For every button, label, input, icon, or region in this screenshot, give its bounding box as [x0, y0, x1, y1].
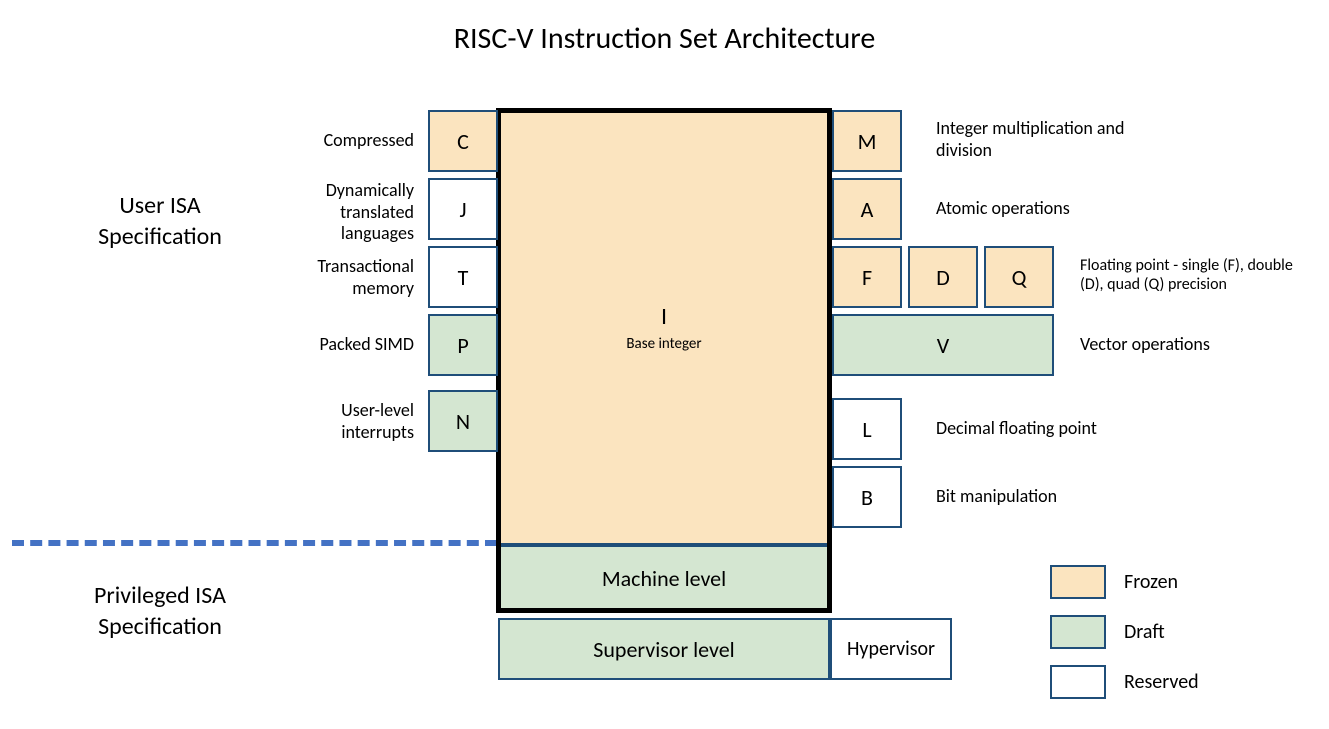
t-box: T — [428, 246, 498, 308]
legend-reserved-swatch — [1050, 665, 1106, 699]
v-label: Vector operations — [1080, 334, 1300, 356]
legend-frozen: Frozen — [1050, 565, 1178, 599]
j-box: J — [428, 178, 498, 240]
p-box: P — [428, 314, 498, 376]
c-box: C — [428, 110, 498, 172]
legend-draft-label: Draft — [1124, 620, 1165, 644]
c-label: Compressed — [286, 130, 414, 152]
legend-draft: Draft — [1050, 615, 1165, 649]
m-box: M — [832, 110, 902, 172]
divider-line — [12, 540, 497, 546]
hypervisor-box: Hypervisor — [830, 618, 952, 680]
m-label: Integer multiplication and division — [936, 118, 1156, 161]
fdq-label: Floating point - single (F), double (D),… — [1080, 256, 1310, 294]
p-label: Packed SIMD — [286, 334, 414, 356]
j-label: Dynamically translated languages — [286, 180, 414, 245]
b-box: B — [832, 466, 902, 528]
v-box: V — [832, 314, 1054, 376]
b-label: Bit manipulation — [936, 486, 1156, 508]
a-box: A — [832, 178, 902, 240]
legend-frozen-swatch — [1050, 565, 1106, 599]
base-integer-letter: I — [661, 302, 667, 331]
user-isa-label: User ISA Specification — [70, 190, 250, 252]
machine-level-box: Machine level — [498, 545, 830, 611]
base-integer-sub: Base integer — [626, 335, 701, 353]
legend-reserved: Reserved — [1050, 665, 1199, 699]
legend-reserved-label: Reserved — [1124, 670, 1199, 694]
base-integer-box: I Base integer — [498, 110, 830, 545]
supervisor-level-box: Supervisor level — [498, 618, 830, 680]
a-label: Atomic operations — [936, 198, 1156, 220]
q-box: Q — [984, 246, 1054, 308]
t-label: Transactional memory — [286, 256, 414, 299]
diagram-title: RISC-V Instruction Set Architecture — [0, 20, 1329, 57]
legend-draft-swatch — [1050, 615, 1106, 649]
l-label: Decimal floating point — [936, 418, 1156, 440]
priv-isa-label: Privileged ISA Specification — [55, 580, 265, 642]
l-box: L — [832, 398, 902, 460]
d-box: D — [908, 246, 978, 308]
f-box: F — [832, 246, 902, 308]
n-box: N — [428, 390, 498, 452]
n-label: User-level interrupts — [286, 400, 414, 443]
legend-frozen-label: Frozen — [1124, 570, 1178, 594]
